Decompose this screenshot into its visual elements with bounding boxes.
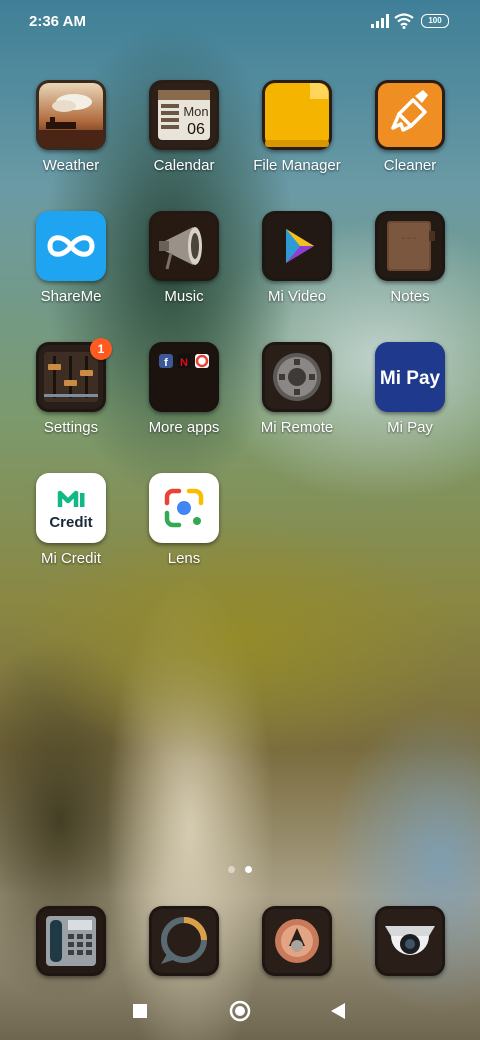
dock-messages[interactable] (128, 906, 240, 976)
calendar-day: Mon (183, 104, 208, 119)
calendar-date: 06 (187, 121, 205, 138)
square-icon[interactable] (132, 1003, 148, 1019)
app-label: Lens (167, 550, 201, 567)
mi-credit-icon-text: Credit (49, 514, 92, 531)
app-label: Cleaner (383, 157, 437, 174)
mipay-icon-text: Mi Pay (380, 368, 441, 389)
folder-icon (262, 80, 332, 150)
app-label: Mi Credit (40, 550, 101, 567)
app-folder-icon: f N (149, 342, 219, 412)
dock-phone[interactable] (15, 906, 127, 976)
app-label: Calendar (153, 157, 215, 174)
dock-camera[interactable] (354, 906, 466, 976)
play-icon (262, 211, 332, 281)
mipay-icon: Mi Pay (375, 342, 445, 412)
app-label: Mi Remote (260, 419, 334, 436)
signal-icon (371, 14, 389, 28)
app-mi-video[interactable]: Mi Video (241, 211, 353, 305)
app-label: File Manager (253, 157, 341, 174)
dock-browser[interactable] (241, 906, 353, 976)
status-time: 2:36 AM (29, 13, 86, 30)
svg-text:N: N (180, 357, 188, 369)
app-mi-remote[interactable]: Mi Remote (241, 342, 353, 436)
app-label: Weather (42, 157, 100, 174)
messages-icon (149, 906, 219, 976)
wifi-icon (394, 13, 414, 29)
broom-icon (375, 80, 445, 150)
app-mi-pay[interactable]: Mi Pay Mi Pay (354, 342, 466, 436)
browser-icon (262, 906, 332, 976)
app-weather[interactable]: Weather (15, 80, 127, 174)
status-bar: 2:36 AM 100 (0, 0, 480, 44)
app-settings[interactable]: 1 Settings (15, 338, 127, 436)
phone-icon (36, 906, 106, 976)
remote-dial-icon (262, 342, 332, 412)
app-more-apps[interactable]: f N More apps (128, 342, 240, 436)
battery-icon: 100 (421, 14, 449, 28)
app-label: Mi Video (267, 288, 327, 305)
app-cleaner[interactable]: Cleaner (354, 80, 466, 174)
svg-text:~ ~ ~: ~ ~ ~ (402, 235, 417, 243)
infinity-icon (36, 211, 106, 281)
app-label: Mi Pay (387, 419, 433, 436)
app-shareme[interactable]: ShareMe (15, 211, 127, 305)
page-indicator (228, 866, 258, 874)
notebook-icon: ~ ~ ~ (375, 211, 445, 281)
app-calendar[interactable]: Mon 06 Calendar (128, 80, 240, 174)
app-label: Music (164, 288, 204, 305)
camera-icon (375, 906, 445, 976)
page-dot-2[interactable] (245, 866, 252, 873)
app-notes[interactable]: ~ ~ ~ Notes (354, 211, 466, 305)
app-file-manager[interactable]: File Manager (241, 80, 353, 174)
navigation-bar (0, 990, 480, 1034)
calendar-icon: Mon 06 (149, 80, 219, 150)
app-label: Settings (43, 419, 99, 436)
app-label: Notes (390, 288, 430, 305)
app-label: More apps (148, 419, 220, 436)
mi-credit-icon: Credit (36, 473, 106, 543)
megaphone-icon (149, 211, 219, 281)
page-dot-1[interactable] (228, 866, 235, 873)
circle-icon[interactable] (229, 1000, 251, 1022)
app-lens[interactable]: Lens (128, 473, 240, 567)
app-label: ShareMe (40, 288, 102, 305)
app-mi-credit[interactable]: Credit Mi Credit (15, 473, 127, 567)
app-music[interactable]: Music (128, 211, 240, 305)
lens-icon (149, 473, 219, 543)
triangle-icon[interactable] (330, 1002, 346, 1020)
notification-badge: 1 (90, 338, 112, 360)
weather-icon (36, 80, 106, 150)
svg-text:f: f (164, 357, 168, 369)
